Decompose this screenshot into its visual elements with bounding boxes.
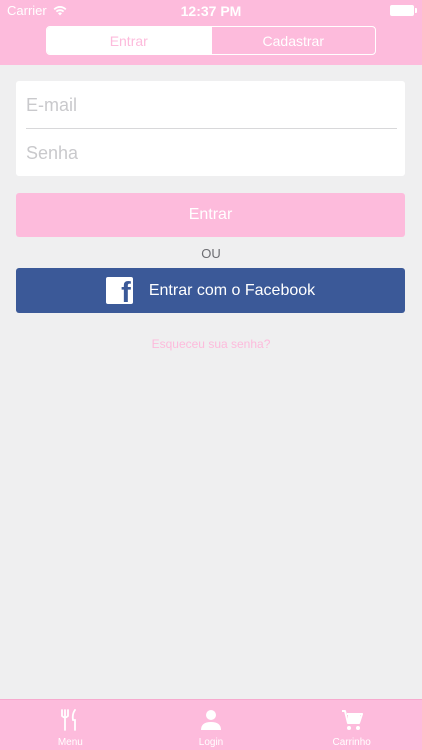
tab-menu[interactable]: Menu <box>0 700 141 750</box>
login-button[interactable]: Entrar <box>16 193 405 237</box>
user-icon <box>199 708 223 732</box>
tab-bar: Menu Login Carrinho <box>0 699 422 750</box>
facebook-button-label: Entrar com o Facebook <box>148 281 316 299</box>
segment-signup[interactable]: Cadastrar <box>210 27 376 54</box>
email-field[interactable] <box>26 82 397 128</box>
or-separator: OU <box>201 246 221 261</box>
segment-login[interactable]: Entrar <box>47 27 211 54</box>
status-bar: Carrier 12:37 PM <box>0 0 422 22</box>
facebook-icon: f <box>105 277 133 304</box>
login-signup-segmented-control: Entrar Cadastrar <box>46 26 376 55</box>
tab-cart-label: Carrinho <box>332 737 371 748</box>
password-field[interactable] <box>26 130 397 176</box>
cart-icon <box>340 708 364 732</box>
tab-menu-label: Menu <box>57 737 83 748</box>
login-form-card <box>16 81 405 176</box>
tab-login[interactable]: Login <box>141 700 282 750</box>
clock: 12:37 PM <box>180 3 242 19</box>
forgot-password-link[interactable]: Esqueceu sua senha? <box>0 337 422 351</box>
field-divider <box>26 128 397 129</box>
header-bar: Carrier 12:37 PM Entrar Cadastrar <box>0 0 422 65</box>
tab-cart[interactable]: Carrinho <box>281 700 422 750</box>
battery-icon <box>390 5 417 16</box>
facebook-login-button[interactable]: f Entrar com o Facebook <box>16 268 405 313</box>
fork-knife-icon <box>58 708 82 732</box>
tab-login-label: Login <box>198 737 224 748</box>
